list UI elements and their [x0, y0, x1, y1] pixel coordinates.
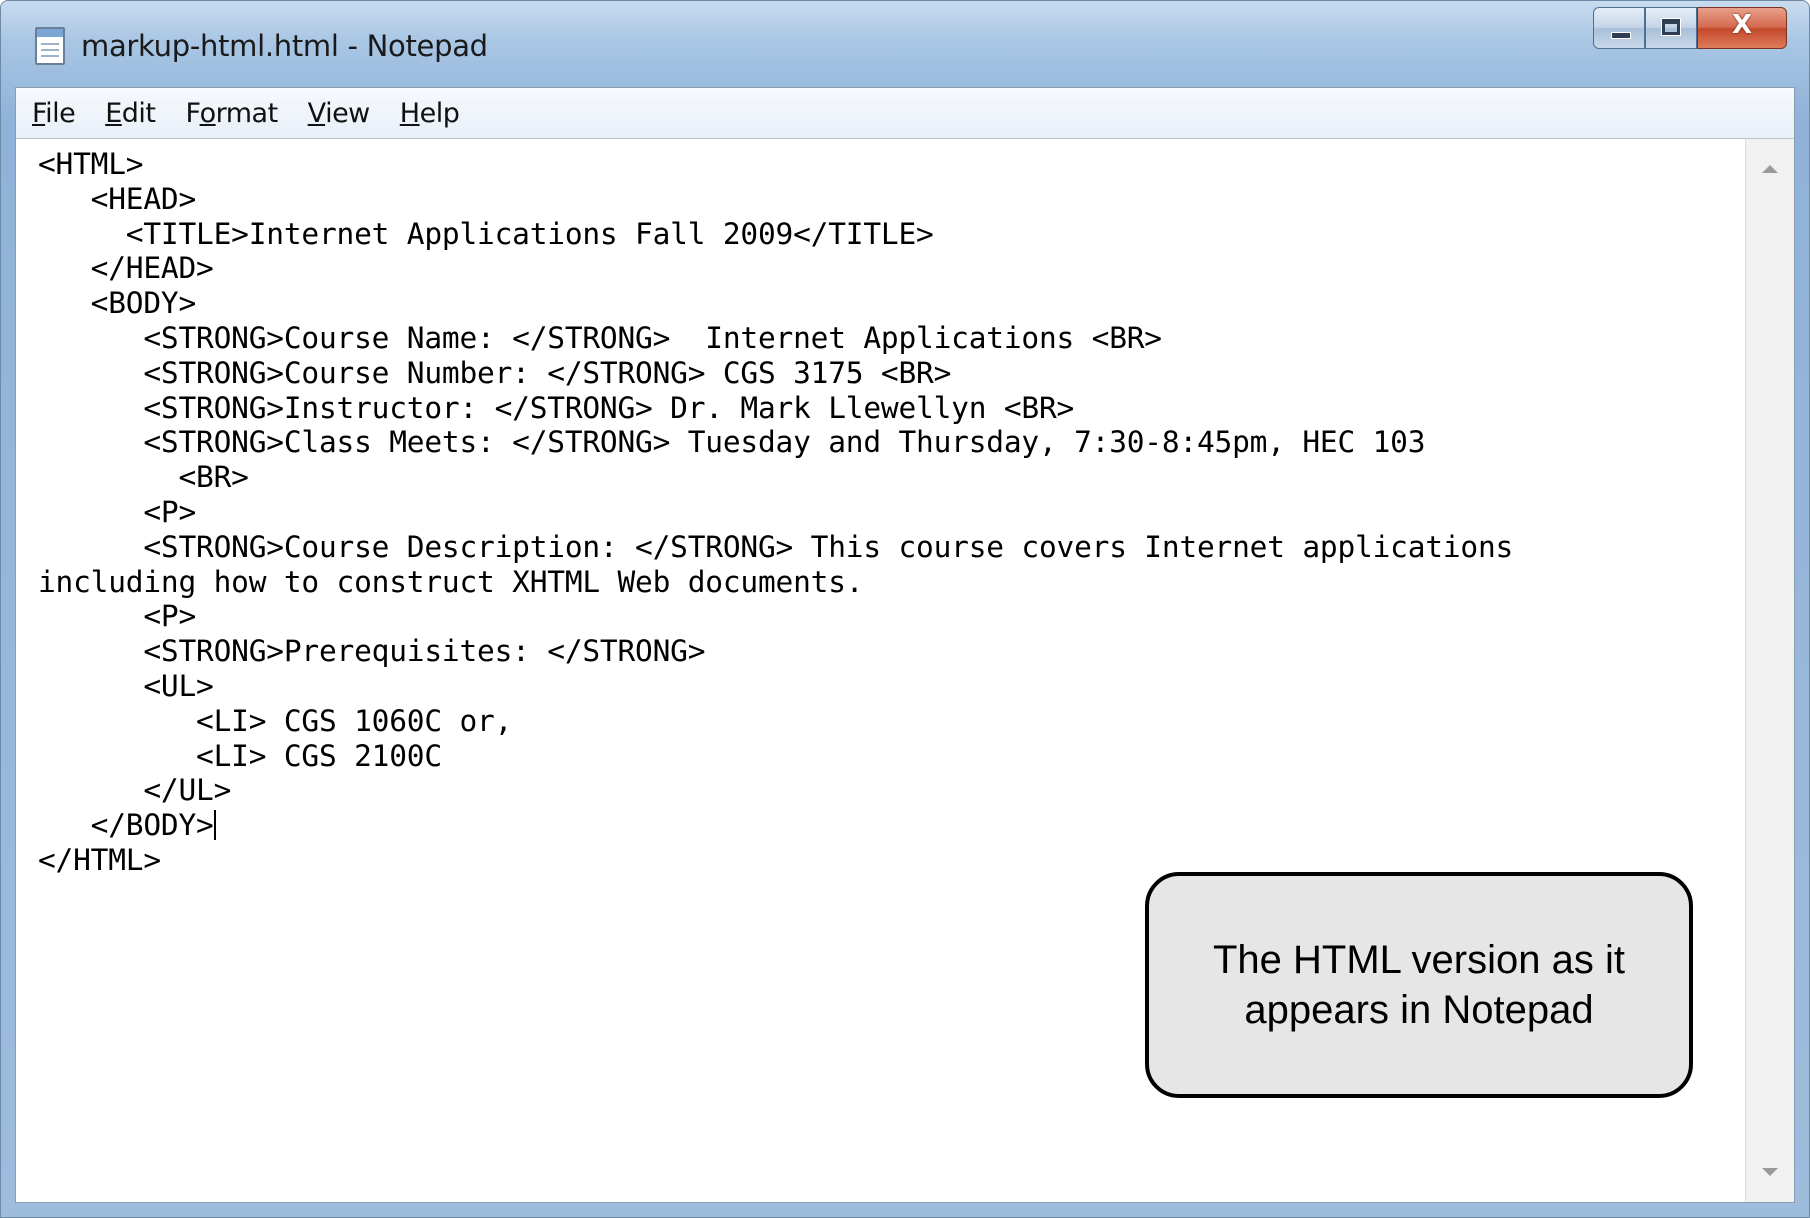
code-line: <STRONG>Prerequisites: </STRONG> [38, 634, 706, 669]
notepad-window: markup-html.html - Notepad X File Edit F… [0, 0, 1810, 1218]
code-line: </HEAD> [38, 251, 214, 286]
vertical-scrollbar[interactable] [1745, 139, 1794, 1202]
menu-view[interactable]: View [304, 96, 374, 131]
editor-content[interactable]: <HTML> <HEAD> <TITLE>Internet Applicatio… [38, 147, 1513, 878]
menu-file[interactable]: File [28, 96, 79, 131]
callout-text: The HTML version as it appears in Notepa… [1213, 938, 1625, 1032]
code-line: <STRONG>Course Description: </STRONG> Th… [38, 529, 1514, 564]
code-line: <STRONG>Course Name: </STRONG> Internet … [38, 320, 1162, 355]
code-line: <UL> [38, 668, 214, 703]
code-line: </BODY> [38, 808, 214, 843]
code-line: <BODY> [38, 286, 197, 321]
code-line: </HTML> [38, 842, 161, 877]
code-line: <LI> CGS 1060C or, [38, 703, 513, 738]
close-button[interactable]: X [1697, 7, 1787, 49]
text-caret [213, 810, 216, 841]
notepad-icon[interactable] [35, 27, 65, 65]
annotation-callout: The HTML version as it appears in Notepa… [1145, 872, 1693, 1098]
scroll-down-arrow-icon[interactable] [1762, 1168, 1778, 1176]
code-line: <BR> [38, 460, 249, 495]
window-controls: X [1593, 7, 1787, 49]
code-line: <TITLE>Internet Applications Fall 2009</… [38, 216, 934, 251]
menu-edit[interactable]: Edit [101, 96, 159, 131]
code-line: <STRONG>Course Number: </STRONG> CGS 317… [38, 355, 952, 390]
menu-help[interactable]: Help [396, 96, 464, 131]
code-line: <P> [38, 599, 197, 634]
title-bar[interactable]: markup-html.html - Notepad X [1, 1, 1809, 87]
code-line: including how to construct XHTML Web doc… [38, 564, 864, 599]
code-line: </UL> [38, 773, 232, 808]
maximize-button[interactable] [1645, 7, 1697, 49]
window-title: markup-html.html - Notepad [81, 29, 488, 63]
menu-format[interactable]: Format [182, 96, 282, 131]
minimize-icon [1611, 32, 1631, 39]
code-line: <STRONG>Instructor: </STRONG> Dr. Mark L… [38, 390, 1075, 425]
code-line: <HTML> [38, 147, 144, 181]
scroll-up-arrow-icon[interactable] [1762, 165, 1778, 173]
minimize-button[interactable] [1593, 7, 1645, 49]
menu-bar: File Edit Format View Help [16, 88, 1794, 139]
code-line: <STRONG>Class Meets: </STRONG> Tuesday a… [38, 425, 1426, 460]
close-icon: X [1731, 10, 1753, 40]
code-line: <LI> CGS 2100C [38, 738, 442, 773]
code-line: <HEAD> [38, 181, 197, 216]
maximize-icon [1661, 18, 1681, 36]
code-line: <P> [38, 494, 197, 529]
